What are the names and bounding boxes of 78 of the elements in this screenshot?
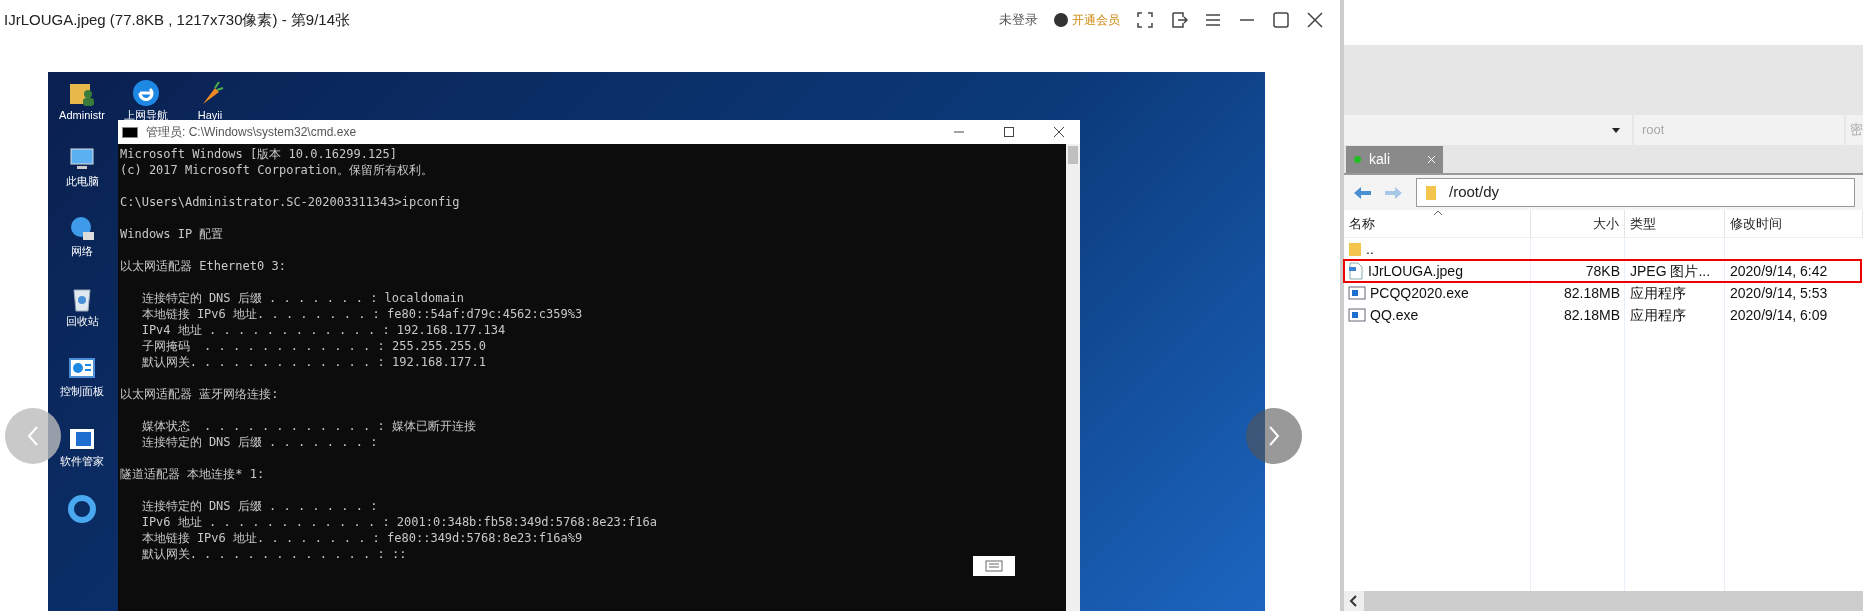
console-line: 连接特定的 DNS 后缀 . . . . . . . : (140, 434, 378, 450)
program-icon (1348, 308, 1366, 322)
column-header[interactable]: 修改时间 (1725, 210, 1863, 237)
console-line: (c) 2017 Microsoft Corporation。保留所有权利。 (120, 162, 433, 178)
menu-icon[interactable] (1204, 11, 1222, 29)
desktop-icon-label[interactable]: Hayii (197, 108, 223, 122)
file-modified: 2020/9/14, 6:09 (1730, 306, 1828, 323)
file-name: IJrLOUGA.jpeg (1368, 261, 1463, 281)
chevron-right-icon (1267, 425, 1281, 447)
column-header[interactable]: 类型 (1625, 210, 1725, 237)
column-header[interactable]: 名称 (1344, 210, 1531, 237)
vip-icon (1054, 13, 1068, 27)
console-line: 媒体状态 . . . . . . . . . . . . : 媒体已断开连接 (140, 418, 476, 434)
file-size: 82.18MB (1563, 306, 1620, 323)
keyboard-icon (985, 560, 1003, 572)
console-line: 连接特定的 DNS 后缀 . . . . . . . : localdomain (140, 290, 465, 306)
console-line: Windows IP 配置 (120, 226, 224, 242)
back-arrow-icon[interactable] (1352, 185, 1372, 200)
window-title: IJrLOUGA.jpeg (77.8KB , 1217x730像素) - 第9/14张 (4, 9, 350, 30)
login-link[interactable]: 未登录 (999, 10, 1038, 30)
desktop-icon-label[interactable]: 控制面板 (60, 384, 104, 398)
file-row[interactable]: PCQQ2020.exe 82.18MB 应用程序 2020/9/14, 5:53 (1344, 282, 1863, 304)
console-line: Microsoft Windows [版本 10.0.16299.125] (120, 146, 397, 162)
desktop-icon-label[interactable]: 回收站 (65, 314, 99, 328)
file-modified: 2020/9/14, 6:42 (1730, 262, 1828, 279)
chevron-left-icon (26, 425, 40, 447)
file-row[interactable]: IJrLOUGA.jpeg 78KB JPEG 图片... 2020/9/14, 6:42 (1344, 260, 1861, 282)
console-line: 以太网适配器 蓝牙网络连接: (120, 386, 279, 402)
cmd-icon (122, 126, 138, 138)
file-row[interactable]: .. (1344, 238, 1863, 260)
file-name: QQ.exe (1370, 305, 1419, 325)
tab-label: kali (1369, 150, 1390, 169)
file-modified: 2020/9/14, 5:53 (1730, 284, 1828, 301)
maximize-icon[interactable] (1272, 11, 1290, 29)
file-name: .. (1366, 239, 1374, 259)
desktop-icon-label[interactable]: 上网导航 (124, 108, 168, 122)
console-line: 默认网关. . . . . . . . . . . . . : :: (140, 546, 407, 562)
file-name: PCQQ2020.exe (1370, 283, 1469, 303)
program-icon (1348, 286, 1366, 300)
file-size: 78KB (1585, 262, 1620, 279)
console-line: IPv6 地址 . . . . . . . . . . . . : 2001:0:348b:fb58:349d:5768:8e23:f16a (140, 514, 657, 530)
console-line: 本地链接 IPv6 地址. . . . . . . . : fe80::54af:d79c:4562:c359%3 (140, 306, 583, 322)
next-image-button[interactable] (1246, 408, 1302, 464)
file-row[interactable]: QQ.exe 82.18MB 应用程序 2020/9/14, 6:09 (1344, 304, 1863, 326)
console-line: 子网掩码 . . . . . . . . . . . . : 255.255.255.0 (140, 338, 486, 354)
close-icon[interactable] (1306, 11, 1324, 29)
desktop-icon-label[interactable]: 软件管家 (60, 454, 104, 468)
console-line: C:\Users\Administrator.SC-202003311343>ipconfig (120, 194, 460, 210)
file-type: 应用程序 (1630, 284, 1686, 301)
fullscreen-icon[interactable] (1136, 11, 1154, 29)
folder-icon (1348, 241, 1362, 257)
column-header[interactable]: 大小 (1531, 210, 1625, 237)
sort-caret-icon (1433, 210, 1443, 216)
console-line: 以太网适配器 Ethernet0 3: (120, 258, 286, 274)
path-field[interactable]: /root/dy (1416, 178, 1855, 207)
browser-icon (131, 78, 161, 108)
horizontal-scrollbar[interactable] (1364, 591, 1863, 611)
console-line: 本地链接 IPv6 地址. . . . . . . . : fe80::349d:5768:8e23:f16a%9 (140, 530, 583, 546)
desktop-icon-label[interactable]: Administr (59, 108, 105, 122)
folder-icon (1425, 184, 1437, 201)
file-size: 82.18MB (1563, 284, 1620, 301)
desktop-icon-label[interactable]: 此电脑 (65, 174, 99, 188)
ring-icon (67, 494, 97, 524)
console-line: 隧道适配器 本地连接* 1: (120, 466, 265, 482)
cmd-window-title: 管理员: C:\Windows\system32\cmd.exe (146, 124, 357, 141)
caret-icon (1612, 127, 1620, 133)
console-line: 默认网关. . . . . . . . . . . . . : 192.168.177.1 (140, 354, 486, 370)
file-type: JPEG 图片... (1630, 262, 1711, 279)
image-file-icon (1348, 262, 1364, 280)
password-label: 密 (1846, 115, 1863, 145)
console-line: 连接特定的 DNS 后缀 . . . . . . . : (140, 498, 378, 514)
close-icon[interactable] (1054, 127, 1064, 137)
console-line: IPv4 地址 . . . . . . . . . . . . : 192.168.177.134 (140, 322, 506, 338)
desktop-icon-label[interactable]: 网络 (71, 244, 93, 258)
file-type: 应用程序 (1630, 306, 1686, 323)
share-icon[interactable] (1170, 11, 1188, 29)
maximize-icon[interactable] (1004, 127, 1014, 137)
scrollbar[interactable] (1066, 144, 1080, 611)
